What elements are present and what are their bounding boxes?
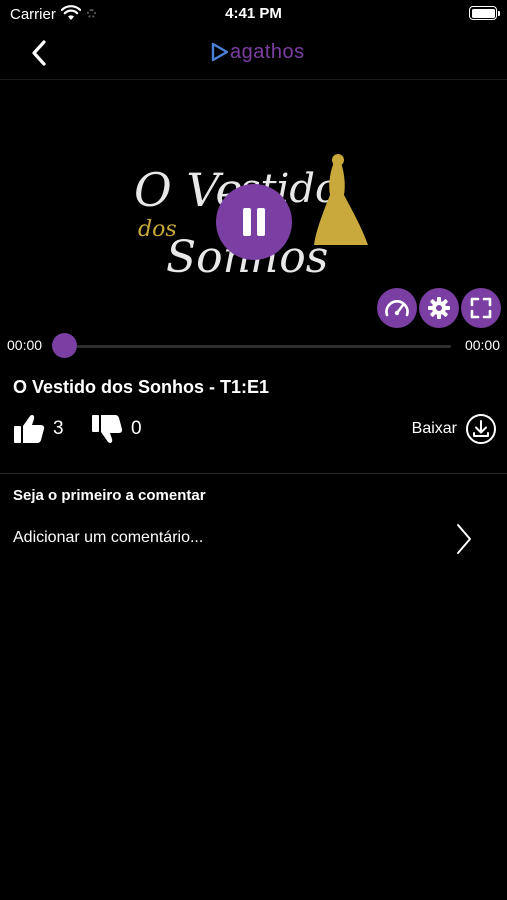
thumbs-down-icon xyxy=(92,415,123,443)
download-label: Baixar xyxy=(411,420,457,437)
fullscreen-icon xyxy=(470,297,492,319)
comments-heading: Seja o primeiro a comentar xyxy=(13,487,206,504)
dislike-button[interactable]: 0 xyxy=(91,413,142,445)
add-comment-label: Adicionar um comentário... xyxy=(13,529,204,546)
progress-thumb[interactable] xyxy=(52,333,77,358)
play-logo-icon xyxy=(211,42,229,62)
app-logo: agathos xyxy=(210,42,305,62)
back-button[interactable] xyxy=(24,38,54,68)
add-comment-row[interactable]: Adicionar um comentário... xyxy=(0,516,507,562)
logo-text: agathos xyxy=(230,41,305,63)
reactions-row: 3 0 Baixar xyxy=(13,413,497,449)
download-icon xyxy=(466,414,496,444)
like-count: 3 xyxy=(53,418,64,439)
video-player[interactable]: O Ve stido dos Sonhos xyxy=(0,80,507,370)
chevron-left-icon xyxy=(32,40,46,66)
thumbs-up-icon xyxy=(14,415,45,443)
status-time: 4:41 PM xyxy=(225,5,282,22)
progress-track[interactable] xyxy=(62,345,451,348)
download-button[interactable]: Baixar xyxy=(412,413,497,445)
settings-button[interactable] xyxy=(419,288,459,328)
nav-bar: agathos xyxy=(0,28,507,80)
like-button[interactable]: 3 xyxy=(13,413,64,445)
current-time: 00:00 xyxy=(7,337,43,353)
pause-icon xyxy=(243,208,265,236)
divider xyxy=(0,473,507,474)
playback-speed-button[interactable] xyxy=(377,288,417,328)
speedometer-icon xyxy=(385,300,409,317)
status-bar: Carrier 4:41 PM xyxy=(0,0,507,28)
episode-title: O Vestido dos Sonhos - T1:E1 xyxy=(13,377,270,397)
gear-icon xyxy=(428,297,450,319)
dislike-count: 0 xyxy=(131,418,142,439)
total-time: 00:00 xyxy=(464,337,500,353)
chevron-right-icon xyxy=(457,524,471,554)
fullscreen-button[interactable] xyxy=(461,288,501,328)
battery-icon xyxy=(469,6,500,20)
pause-button[interactable] xyxy=(216,184,292,260)
